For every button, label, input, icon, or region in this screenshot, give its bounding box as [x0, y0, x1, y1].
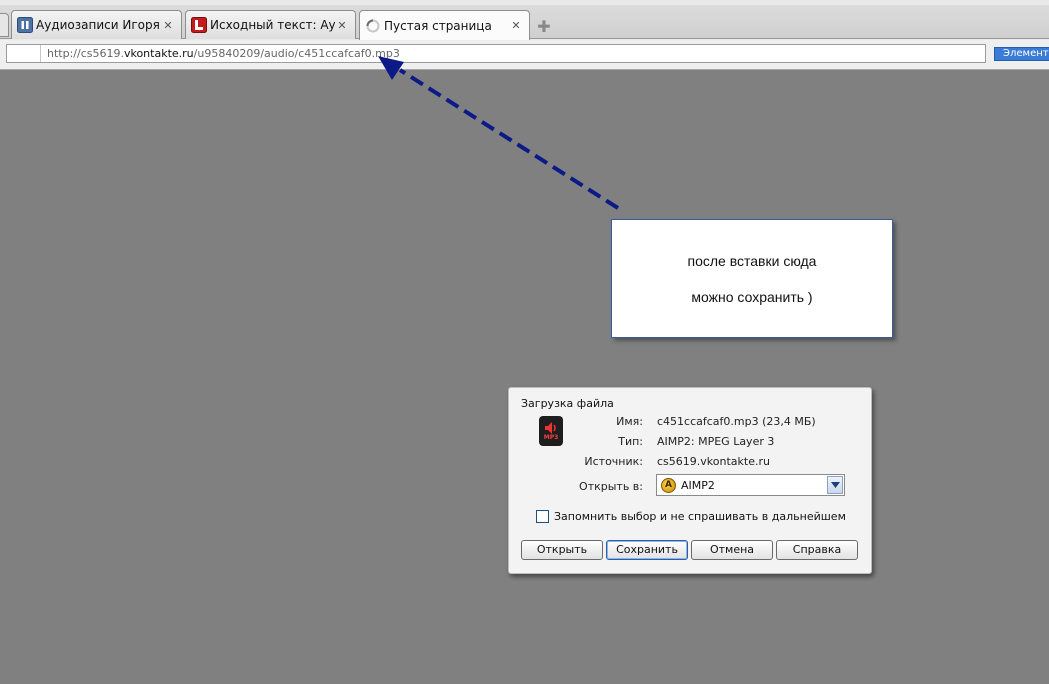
tab-title: Аудиозаписи Игоря Пр…: [36, 18, 161, 32]
note-line-1: после вставки сюда: [687, 252, 817, 269]
close-tab-icon[interactable]: ✕: [161, 19, 175, 32]
name-label: Имя:: [616, 415, 643, 428]
loading-spinner-icon: [365, 18, 381, 34]
open-with-label: Открыть в:: [579, 480, 643, 493]
file-source-row: Источник: cs5619.vkontakte.ru: [509, 455, 873, 469]
source-label: Источник:: [584, 455, 643, 468]
open-with-value: AIMP2: [681, 478, 715, 492]
elements-panel-button[interactable]: Элементы: [994, 47, 1049, 61]
open-with-select[interactable]: A AIMP2: [656, 474, 845, 496]
dialog-title: Загрузка файла: [521, 397, 614, 410]
type-label: Тип:: [618, 435, 643, 448]
close-tab-icon[interactable]: ✕: [509, 19, 523, 32]
vk-audio-icon: [17, 17, 33, 33]
tab-title: Пустая страница: [384, 18, 492, 33]
source-value: cs5619.vkontakte.ru: [657, 455, 770, 468]
annotation-arrow: [378, 56, 620, 210]
remember-choice-checkbox[interactable]: [536, 510, 549, 523]
close-tab-icon[interactable]: ✕: [335, 19, 349, 32]
browser-chrome: Аудиозаписи Игоря Пр… ✕ Исходный текст: …: [0, 0, 1049, 70]
new-tab-icon[interactable]: ✚: [535, 18, 553, 36]
tab-blank-page[interactable]: Пустая страница ✕: [359, 10, 530, 40]
help-button[interactable]: Справка: [776, 540, 858, 560]
address-text[interactable]: http://cs5619.vkontakte.ru/u95840209/aud…: [41, 47, 400, 60]
annotation-note: после вставки сюда можно сохранить ): [611, 219, 893, 338]
aimp-app-icon: A: [661, 477, 676, 493]
url-prefix: http://cs5619.: [47, 47, 124, 60]
address-bar: http://cs5619.vkontakte.ru/u95840209/aud…: [0, 40, 1049, 69]
file-type-row: Тип: AIMP2: MPEG Layer 3: [509, 435, 873, 449]
chevron-down-icon[interactable]: [827, 476, 843, 494]
open-button[interactable]: Открыть: [521, 540, 603, 560]
tab-bar: Аудиозаписи Игоря Пр… ✕ Исходный текст: …: [0, 5, 1049, 40]
tab-title: Исходный текст: Ауди…: [210, 18, 335, 32]
remember-choice-label: Запомнить выбор и не спрашивать в дальне…: [554, 510, 846, 523]
name-value: c451ccafcaf0.mp3 (23,4 МБ): [657, 415, 816, 428]
file-name-row: Имя: c451ccafcaf0.mp3 (23,4 МБ): [509, 415, 873, 429]
url-path: /u95840209/audio/c451ccafcaf0.mp3: [193, 47, 400, 60]
liveinternet-icon: [191, 17, 207, 33]
file-download-dialog: Загрузка файла MP3 Имя: c451ccafcaf0.mp3…: [508, 387, 872, 574]
tab-source-text[interactable]: Исходный текст: Ауди… ✕: [185, 10, 356, 39]
tab-scroll-left[interactable]: [0, 13, 9, 37]
type-value: AIMP2: MPEG Layer 3: [657, 435, 775, 448]
address-field[interactable]: http://cs5619.vkontakte.ru/u95840209/aud…: [6, 44, 986, 63]
cancel-button[interactable]: Отмена: [691, 540, 773, 560]
tab-vk-audio[interactable]: Аудиозаписи Игоря Пр… ✕: [11, 10, 182, 39]
note-line-2: можно сохранить ): [691, 288, 813, 305]
site-info-button[interactable]: [7, 45, 41, 62]
url-domain: vkontakte.ru: [123, 47, 194, 60]
save-button[interactable]: Сохранить: [606, 540, 688, 560]
